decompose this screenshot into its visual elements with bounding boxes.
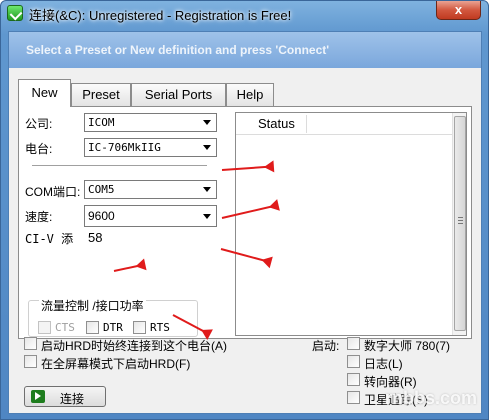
instruction-banner: Select a Preset or New definition and pr… [9,32,481,68]
radio-label: 电台: [25,142,53,156]
fullscreen-checkbox[interactable] [24,355,37,368]
title-bar[interactable]: 连接(&C): Unregistered - Registration is F… [1,1,488,25]
civ-address-field[interactable]: 58 [88,230,102,245]
scroll-thumb[interactable] [454,116,466,331]
dtr-label: DTR [103,321,123,334]
close-button[interactable]: x [436,1,481,20]
auto-connect-checkbox[interactable] [24,337,37,350]
banner-text: Select a Preset or New definition and pr… [26,43,330,57]
radio-model-value: IC-706MkIIG [88,141,161,154]
company-select[interactable]: ICOM [84,113,217,132]
tab-help[interactable]: Help [226,83,274,106]
annotation-arrow [113,263,144,272]
radio-model-select[interactable]: IC-706MkIIG [84,138,217,157]
connect-button-label: 连接 [60,392,85,406]
company-value: ICOM [88,116,115,129]
watermark-text: rnbbs.com [384,388,477,408]
civ-address-label: CI-V 添 [25,232,74,246]
flow-control-title: 流量控制 /接口功率 [39,297,146,314]
app-icon [7,5,23,21]
chevron-down-icon [201,210,214,223]
annotation-arrow [221,165,272,171]
status-column-header[interactable]: Status [258,116,295,131]
window-title: 连接(&C): Unregistered - Registration is F… [29,8,292,23]
dm780-checkbox[interactable] [347,337,360,350]
cts-checkbox[interactable] [38,321,51,334]
dtr-checkbox[interactable] [86,321,99,334]
dm780-label: 数字大师 780(7) [364,339,451,353]
satellite-checkbox[interactable] [347,391,360,404]
logbook-label: 日志(L) [364,357,403,371]
tab-new[interactable]: New [18,79,71,107]
go-arrow-icon [31,390,45,403]
speed-select[interactable]: 9600 [84,205,217,227]
com-port-value: COM5 [88,183,115,196]
logbook-checkbox[interactable] [347,355,360,368]
chevron-down-icon [201,183,214,196]
dialog-body: Select a Preset or New definition and pr… [8,31,482,414]
status-list[interactable]: Status [235,112,467,336]
rts-checkbox[interactable] [133,321,146,334]
speed-value: 9600 [88,209,115,223]
rts-label: RTS [150,321,170,334]
fullscreen-label: 在全屏幕模式下启动HRD(F) [41,357,191,371]
tab-preset[interactable]: Preset [71,83,131,106]
company-label: 公司: [25,117,53,131]
tab-serial-ports[interactable]: Serial Ports [131,83,226,106]
grip-icon [458,217,463,224]
com-port-select[interactable]: COM5 [84,180,217,199]
rotator-checkbox[interactable] [347,373,360,386]
chevron-down-icon [201,116,214,129]
cts-label: CTS [55,321,75,334]
divider [32,165,207,167]
status-header: Status [236,113,452,135]
column-divider [306,115,307,133]
connect-button[interactable]: 连接 [24,386,106,407]
com-port-label: COM端口: [25,185,81,199]
startup-label: 启动: [312,339,340,353]
chevron-down-icon [201,141,214,154]
connect-window: 连接(&C): Unregistered - Registration is F… [0,0,489,420]
new-tab-panel: 公司: ICOM 电台: IC-706MkIIG COM端口: COM5 速度:… [18,106,472,339]
status-scrollbar[interactable] [452,113,466,335]
auto-connect-label: 启动HRD时始终连接到这个电台(A) [41,339,227,353]
speed-label: 速度: [25,210,53,224]
